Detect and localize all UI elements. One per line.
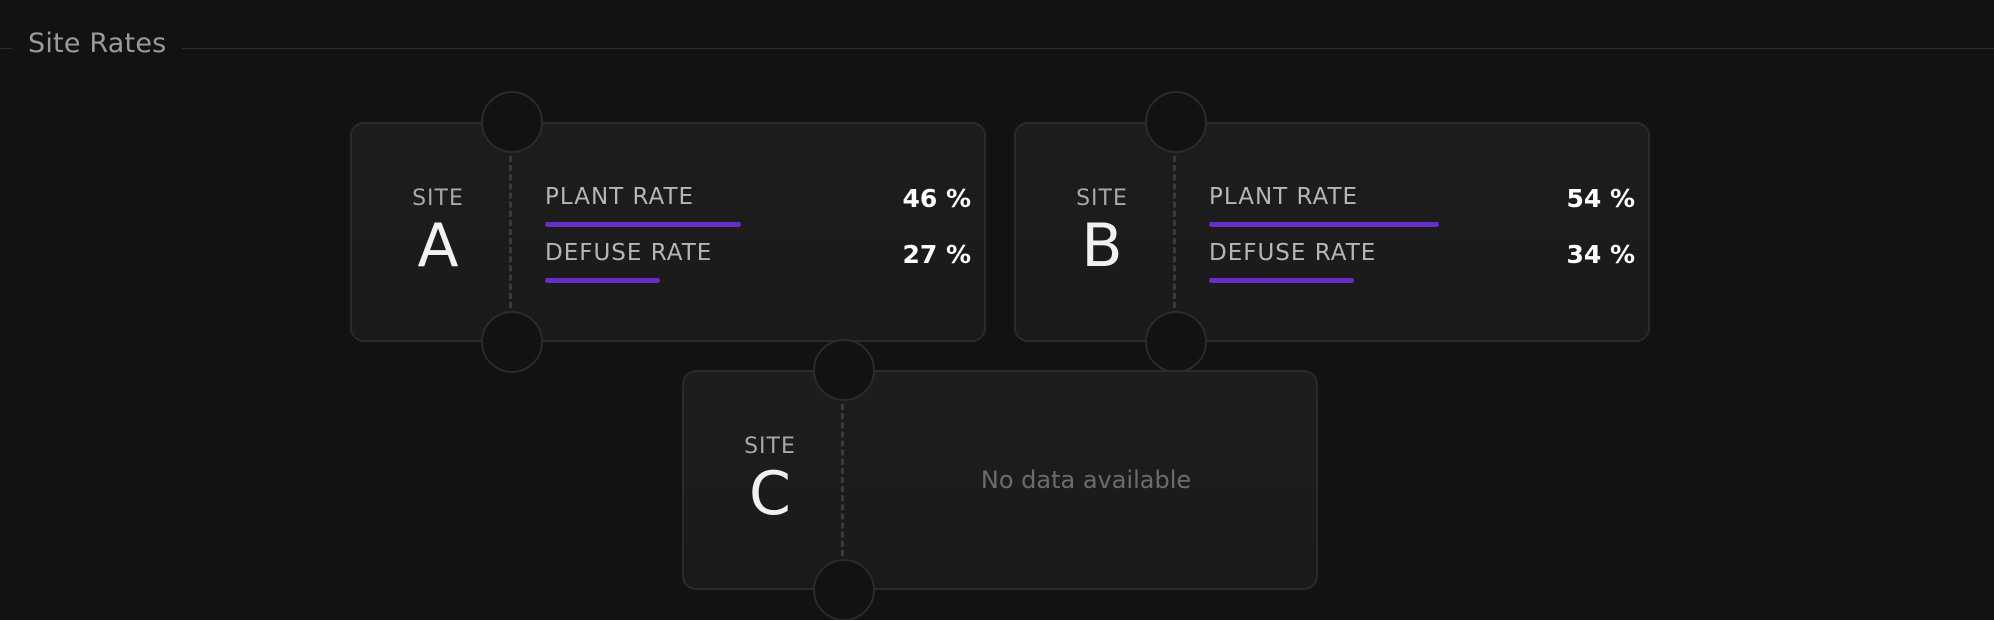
defuse-rate-bar-fill <box>1209 278 1354 283</box>
site-block: SITE B <box>1016 124 1188 340</box>
plant-rate-value: 54 % <box>1566 184 1635 213</box>
plant-rate-bar <box>1209 222 1635 227</box>
site-label: SITE <box>412 186 464 211</box>
defuse-rate-bar <box>1209 278 1635 283</box>
section-divider-right <box>182 48 1994 49</box>
defuse-rate-row: DEFUSE RATE 27 % <box>545 240 971 292</box>
defuse-rate-value: 27 % <box>902 240 971 269</box>
section-divider-left <box>0 48 12 49</box>
defuse-rate-value: 34 % <box>1566 240 1635 269</box>
site-card-a: SITE A PLANT RATE 46 % DEFUSE RATE 27 % <box>350 91 986 373</box>
defuse-rate-label: DEFUSE RATE <box>1209 240 1377 266</box>
no-data-message: No data available <box>980 466 1192 494</box>
plant-rate-bar <box>545 222 971 227</box>
plant-rate-row: PLANT RATE 54 % <box>1209 184 1635 236</box>
defuse-rate-label: DEFUSE RATE <box>545 240 713 266</box>
defuse-rate-row: DEFUSE RATE 34 % <box>1209 240 1635 292</box>
plant-rate-label: PLANT RATE <box>545 184 695 210</box>
defuse-rate-bar <box>545 278 971 283</box>
section-header: Site Rates <box>0 20 1994 68</box>
defuse-rate-bar-fill <box>545 278 661 283</box>
site-label: SITE <box>744 434 796 459</box>
site-block: SITE A <box>352 124 524 340</box>
plant-rate-label: PLANT RATE <box>1209 184 1359 210</box>
site-rates-page: Site Rates SITE A PLANT RATE 46 % DEFUSE… <box>0 0 1994 620</box>
site-block: SITE C <box>684 372 856 588</box>
site-label: SITE <box>1076 186 1128 211</box>
site-letter: C <box>749 459 791 529</box>
site-card-b: SITE B PLANT RATE 54 % DEFUSE RATE 34 % <box>1014 91 1650 373</box>
plant-rate-value: 46 % <box>902 184 971 213</box>
plant-rate-bar-fill <box>545 222 741 227</box>
site-letter: B <box>1081 211 1123 281</box>
site-card-c: SITE C No data available <box>682 339 1318 620</box>
plant-rate-bar-fill <box>1209 222 1440 227</box>
site-letter: A <box>417 211 459 281</box>
plant-rate-row: PLANT RATE 46 % <box>545 184 971 236</box>
section-title: Site Rates <box>28 28 167 59</box>
